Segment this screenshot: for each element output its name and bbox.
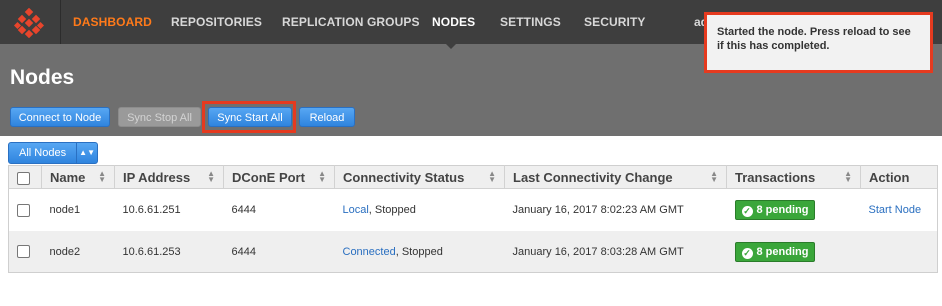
action-cell: Start Node [860, 188, 938, 231]
transactions-cell: ✓ 8 pending [726, 231, 861, 273]
node-ip: 10.6.61.251 [114, 188, 224, 231]
col-dcone-port[interactable]: DConE Port ▲ ▼ [223, 165, 335, 189]
nav-security[interactable]: SECURITY [584, 15, 645, 29]
last-change: January 16, 2017 8:03:28 AM GMT [504, 231, 727, 273]
transactions-cell: ✓ 8 pending [726, 188, 861, 231]
nav-nodes[interactable]: NODES [432, 15, 475, 29]
col-transactions[interactable]: Transactions ▲ ▼ [726, 165, 861, 189]
filter-selected-value: All Nodes [19, 147, 67, 159]
table-header-row: Name ▲ ▼ IP Address ▲ ▼ DConE Port ▲ ▼ Connect… [8, 165, 938, 189]
node-name: node2 [41, 231, 115, 273]
nav-settings[interactable]: SETTINGS [500, 15, 561, 29]
sort-icon: ▲ ▼ [98, 169, 106, 184]
select-all-checkbox[interactable] [17, 171, 30, 185]
sort-icon: ▲ ▼ [318, 169, 326, 184]
status-link[interactable]: Local [343, 204, 369, 216]
connectivity-status: Local, Stopped [334, 188, 505, 231]
node-ip: 10.6.61.253 [114, 231, 224, 273]
table-row: node2 10.6.61.253 6444 Connected, Stoppe… [8, 231, 938, 273]
check-icon: ✓ [741, 247, 753, 259]
node-filter-dropdown[interactable]: All Nodes ▲▼ [8, 142, 99, 164]
sort-icon: ▲ ▼ [710, 169, 718, 184]
connect-to-node-button[interactable]: Connect to Node [10, 107, 110, 127]
row-checkbox[interactable] [17, 203, 30, 217]
select-all-header [8, 165, 42, 189]
sort-icon: ▲ ▼ [207, 169, 215, 184]
sort-icon: ▲ ▼ [488, 169, 496, 184]
action-cell [860, 231, 938, 273]
reload-button[interactable]: Reload [299, 107, 355, 127]
col-last-connectivity-change[interactable]: Last Connectivity Change ▲ ▼ [504, 165, 727, 189]
node-port: 6444 [223, 188, 335, 231]
node-port: 6444 [223, 231, 335, 273]
pending-badge[interactable]: ✓ 8 pending [734, 200, 816, 220]
col-connectivity-status[interactable]: Connectivity Status ▲ ▼ [334, 165, 505, 189]
table-row: node1 10.6.61.251 6444 Local, Stopped Ja… [8, 188, 938, 231]
nav-divider [60, 0, 61, 44]
start-node-link[interactable]: Start Node [869, 204, 922, 216]
row-checkbox[interactable] [17, 245, 30, 258]
updown-arrows-icon: ▲▼ [76, 143, 97, 163]
col-name[interactable]: Name ▲ ▼ [41, 165, 115, 189]
nav-replication-groups[interactable]: REPLICATION GROUPS [282, 15, 420, 29]
logo-icon[interactable] [14, 8, 44, 38]
connectivity-status: Connected, Stopped [334, 231, 505, 273]
nav-repositories[interactable]: REPOSITORIES [171, 15, 262, 29]
notification-toast: Started the node. Press reload to see if… [704, 12, 933, 73]
pending-badge[interactable]: ✓ 8 pending [734, 241, 816, 262]
col-ip-address[interactable]: IP Address ▲ ▼ [114, 165, 224, 189]
node-name: node1 [41, 188, 115, 231]
sync-stop-all-button[interactable]: Sync Stop All [118, 107, 201, 127]
last-change: January 16, 2017 8:02:23 AM GMT [504, 188, 727, 231]
page-title: Nodes [10, 66, 75, 89]
status-link[interactable]: Connected [343, 246, 396, 258]
nodes-table: Name ▲ ▼ IP Address ▲ ▼ DConE Port ▲ ▼ Connect… [8, 165, 938, 273]
nav-dashboard[interactable]: DASHBOARD [73, 15, 152, 29]
check-icon: ✓ [741, 206, 753, 217]
sync-start-all-button[interactable]: Sync Start All [208, 107, 292, 127]
col-action: Action [860, 165, 938, 189]
active-nav-indicator [444, 42, 458, 49]
sort-icon: ▲ ▼ [844, 169, 852, 184]
